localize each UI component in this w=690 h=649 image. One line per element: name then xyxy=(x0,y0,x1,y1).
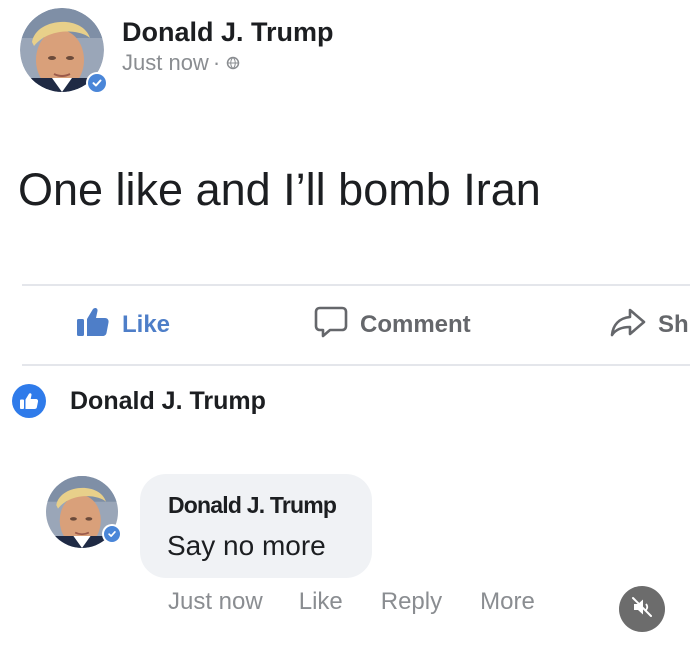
comment-button-label: Comment xyxy=(360,311,471,338)
comment-button[interactable]: Comment xyxy=(314,306,471,344)
comment-like-button[interactable]: Like xyxy=(299,588,343,616)
comment-more-button[interactable]: More xyxy=(480,588,535,616)
author-avatar[interactable] xyxy=(20,8,108,94)
like-reaction-icon xyxy=(12,384,46,418)
share-arrow-icon xyxy=(610,307,646,344)
post-author-name[interactable]: Donald J. Trump xyxy=(122,15,334,49)
like-button-label: Like xyxy=(122,311,171,338)
comment-bubble: Donald J. Trump Say no more xyxy=(140,474,372,578)
post-timestamp[interactable]: Just now xyxy=(122,49,209,77)
share-button-label: Sh xyxy=(658,311,689,338)
verified-badge-icon xyxy=(86,72,108,94)
post-text: One like and I’ll bomb Iran xyxy=(18,164,541,215)
verified-badge-icon xyxy=(102,524,122,544)
globe-icon xyxy=(226,56,240,70)
comment-bubble-icon xyxy=(314,305,348,346)
comment-text: Say no more xyxy=(167,530,326,561)
reaction-summary[interactable]: Donald J. Trump xyxy=(12,384,266,418)
share-button[interactable]: Sh xyxy=(610,306,689,344)
muted-speaker-icon xyxy=(630,595,654,624)
commenter-avatar[interactable] xyxy=(46,476,122,548)
thumbs-up-icon xyxy=(76,306,110,345)
comment-timestamp[interactable]: Just now xyxy=(168,588,263,616)
mute-button[interactable] xyxy=(619,586,665,632)
separator-dot: · xyxy=(212,50,221,75)
facebook-post-screenshot: Donald J. Trump Just now · One like and … xyxy=(0,0,690,649)
like-button[interactable]: Like xyxy=(76,306,170,344)
post-meta: Donald J. Trump Just now · xyxy=(122,15,334,77)
comment-author-name[interactable]: Donald J. Trump xyxy=(168,492,337,519)
post-header: Donald J. Trump Just now · xyxy=(20,8,334,94)
comment-reply-button[interactable]: Reply xyxy=(381,588,442,616)
post-action-bar: Like Comment Sh xyxy=(22,284,690,366)
reaction-user-name: Donald J. Trump xyxy=(70,386,266,415)
comment-actions: Just now Like Reply More xyxy=(168,588,573,616)
post-time-row: Just now · xyxy=(122,49,334,77)
